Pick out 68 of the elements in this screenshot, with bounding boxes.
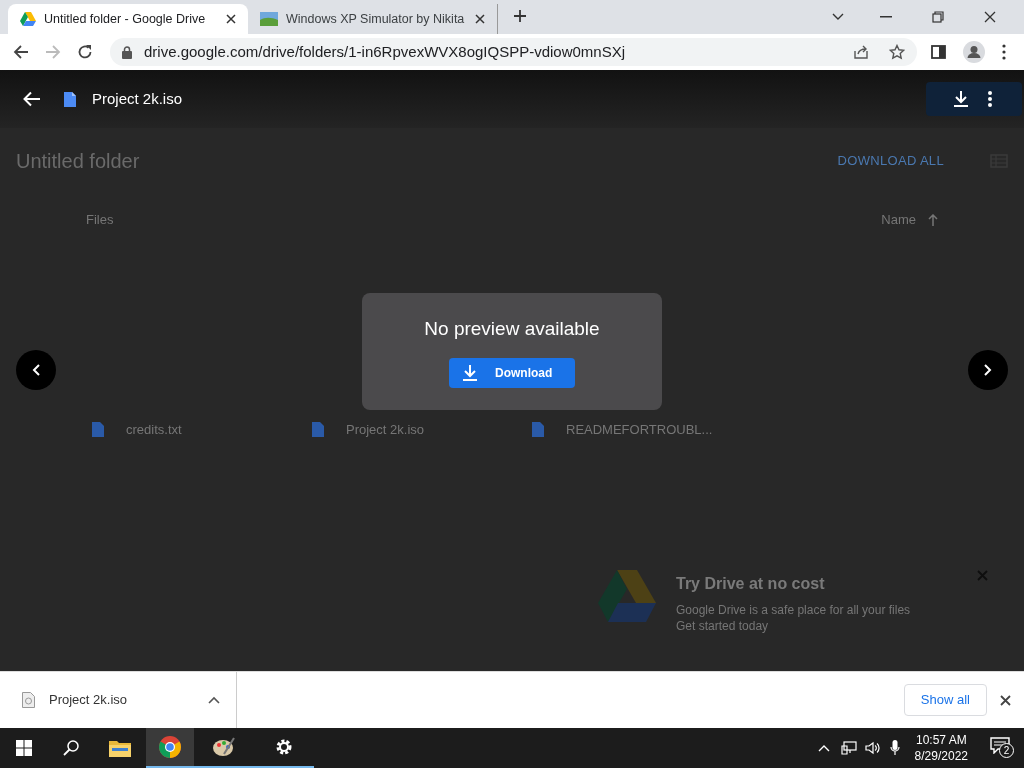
more-vertical-icon bbox=[988, 91, 992, 107]
restore-icon[interactable] bbox=[932, 11, 944, 23]
file-name: Project 2k.iso bbox=[92, 88, 183, 109]
lock-icon bbox=[122, 45, 132, 59]
sort-button[interactable]: Name bbox=[881, 210, 938, 230]
drive-logo-icon bbox=[20, 12, 36, 26]
promo-text: Google Drive is a safe place for all your files bbox=[676, 602, 911, 618]
back-icon[interactable] bbox=[13, 44, 29, 60]
minimize-icon[interactable] bbox=[880, 16, 892, 18]
paint-palette-icon bbox=[212, 736, 236, 758]
show-all-button[interactable]: Show all bbox=[903, 684, 987, 716]
notification-count: 2 bbox=[999, 743, 1014, 758]
share-icon[interactable] bbox=[853, 44, 869, 60]
close-icon[interactable] bbox=[1000, 694, 1011, 706]
back-button[interactable] bbox=[22, 89, 42, 109]
chevron-right-icon bbox=[984, 364, 992, 376]
network-icon[interactable] bbox=[840, 741, 857, 755]
document-icon bbox=[312, 421, 324, 437]
star-icon[interactable] bbox=[889, 44, 905, 60]
drive-logo-icon bbox=[598, 570, 656, 622]
url-text: drive.google.com/drive/folders/1-in6RpvexWVX8ogIQSPP-vdiow0mnSXj bbox=[144, 41, 627, 62]
search-icon[interactable] bbox=[63, 740, 79, 756]
file-icon bbox=[22, 692, 35, 708]
clock[interactable]: 10:57 AM 8/29/2022 bbox=[914, 732, 968, 764]
document-icon bbox=[64, 91, 76, 107]
browser-tab[interactable]: Untitled folder - Google Drive bbox=[8, 4, 248, 34]
arrow-up-icon bbox=[928, 213, 938, 226]
document-icon bbox=[92, 421, 104, 437]
landscape-icon bbox=[260, 12, 278, 26]
gear-icon bbox=[275, 738, 293, 756]
download-icon-button[interactable] bbox=[926, 82, 1022, 116]
folder-title: Untitled folder bbox=[16, 149, 140, 174]
download-button[interactable]: Download bbox=[449, 357, 575, 388]
start-icon[interactable] bbox=[16, 740, 32, 756]
plus-icon bbox=[513, 9, 527, 23]
taskbar-app-active[interactable] bbox=[146, 728, 194, 768]
close-icon[interactable] bbox=[226, 14, 236, 24]
chrome-icon bbox=[159, 736, 181, 758]
promo-text: Get started today bbox=[676, 618, 770, 634]
clock-time: 10:57 AM bbox=[915, 732, 967, 748]
document-icon bbox=[532, 421, 544, 437]
profile-avatar-icon[interactable] bbox=[963, 41, 985, 63]
download-file-name: Project 2k.iso bbox=[49, 691, 129, 710]
volume-icon[interactable] bbox=[864, 741, 881, 755]
download-icon bbox=[461, 363, 479, 382]
reload-icon[interactable] bbox=[77, 44, 93, 60]
chevron-up-icon[interactable] bbox=[208, 696, 220, 704]
no-preview-message: No preview available bbox=[424, 317, 600, 341]
promo-title: Try Drive at no cost bbox=[676, 574, 826, 594]
file-item[interactable]: Project 2k.iso bbox=[312, 419, 532, 439]
file-item[interactable]: credits.txt bbox=[92, 419, 312, 439]
clock-date: 8/29/2022 bbox=[914, 748, 968, 764]
tab-title: Windows XP Simulator by Nikita bbox=[286, 10, 466, 28]
download-icon bbox=[952, 90, 970, 108]
download-all-button[interactable]: DOWNLOAD ALL bbox=[837, 151, 944, 171]
side-panel-icon[interactable] bbox=[931, 45, 946, 59]
microphone-icon[interactable] bbox=[889, 740, 900, 756]
close-icon[interactable] bbox=[475, 14, 485, 24]
tab-search-icon[interactable] bbox=[832, 13, 844, 21]
address-bar[interactable]: drive.google.com/drive/folders/1-in6RpvexWVX8ogIQSPP-vdiow0mnSXj bbox=[110, 38, 917, 66]
folder-icon[interactable] bbox=[109, 739, 131, 757]
menu-icon[interactable] bbox=[1002, 44, 1006, 60]
files-heading: Files bbox=[86, 211, 114, 229]
notification-icon[interactable] bbox=[990, 737, 1010, 754]
close-icon[interactable] bbox=[984, 11, 996, 23]
file-item[interactable]: READMEFORTROUBL... bbox=[532, 419, 752, 439]
chevron-left-icon bbox=[32, 364, 40, 376]
tab-title: Untitled folder - Google Drive bbox=[44, 10, 207, 28]
